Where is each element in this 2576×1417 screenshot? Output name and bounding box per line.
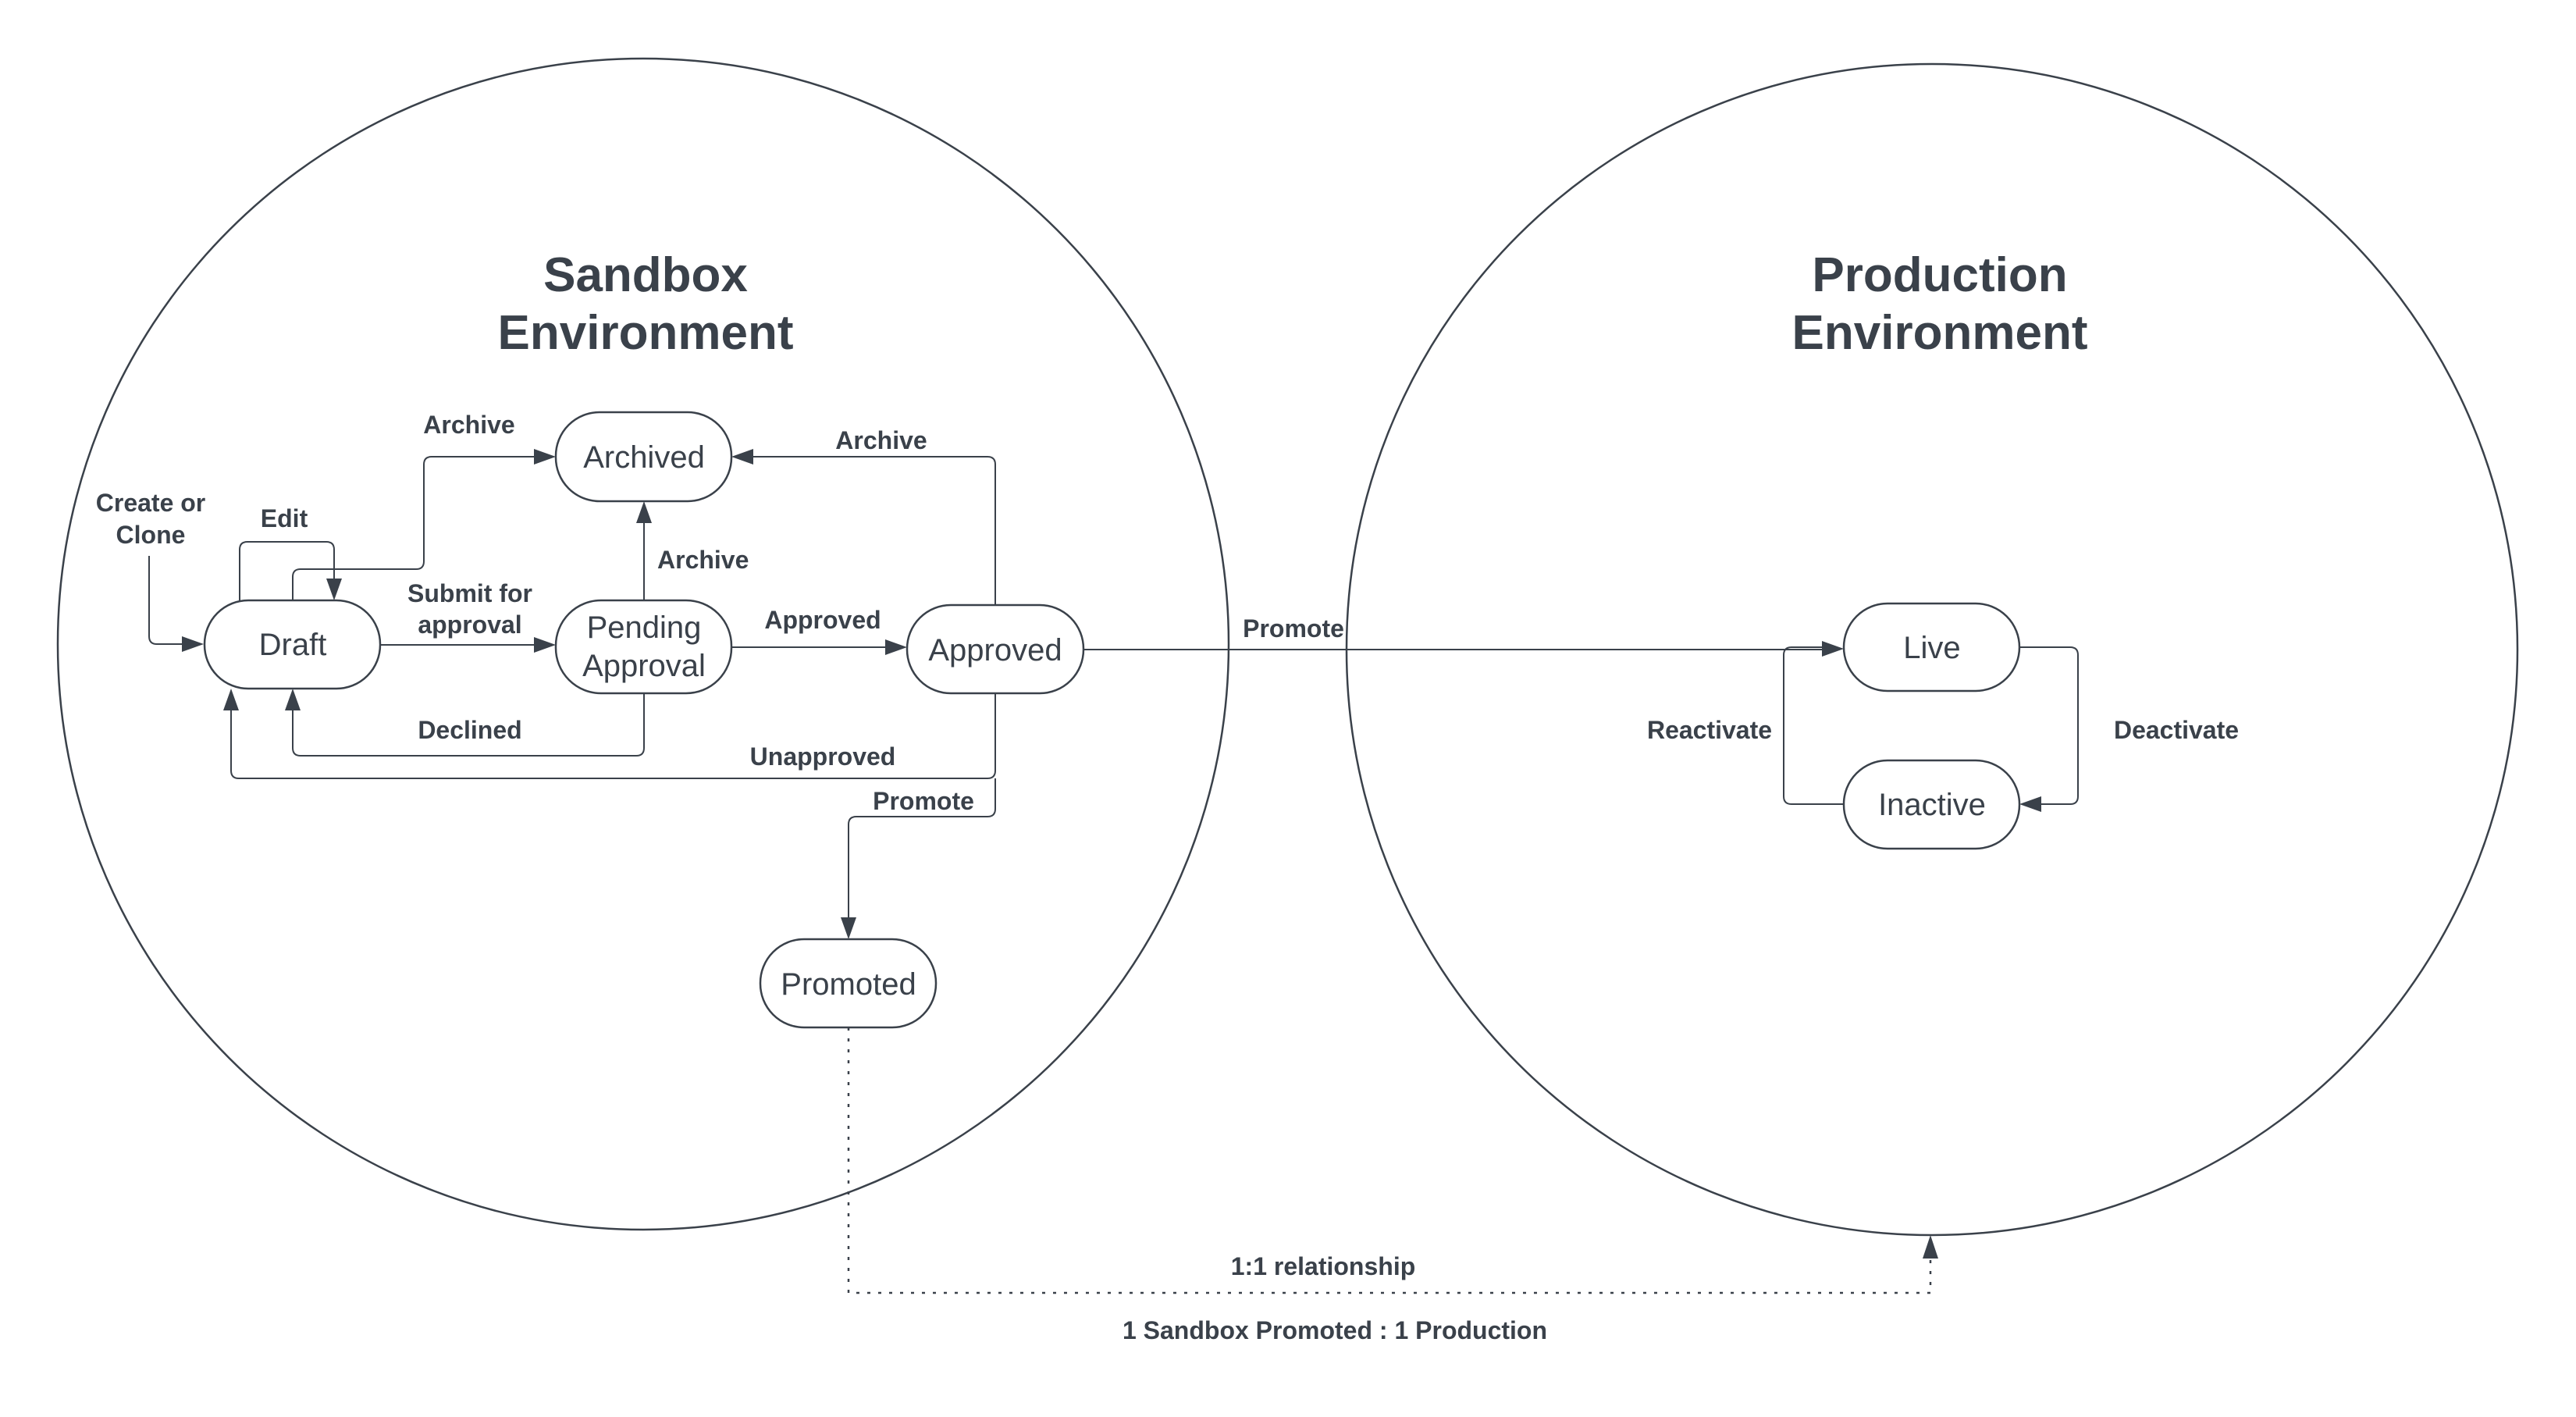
label-approved-transition: Approved [764, 606, 881, 634]
edge-pending-to-archived [636, 501, 652, 600]
label-promote-production: Promote [1243, 614, 1344, 643]
state-node-draft[interactable]: Draft [203, 599, 382, 690]
arrowhead-icon [841, 917, 856, 939]
arrowhead-icon [326, 579, 342, 600]
arrowhead-icon [636, 501, 652, 523]
production-title-line1: Production [1812, 248, 2067, 302]
arrowhead-icon [2019, 796, 2041, 812]
edge-edit-self-loop [239, 541, 342, 600]
arrowhead-icon [285, 689, 301, 710]
state-node-pending-approval[interactable]: Pending Approval [554, 599, 733, 695]
state-node-approved[interactable]: Approved [906, 603, 1085, 695]
label-declined: Declined [418, 716, 521, 744]
arrowhead-icon [1923, 1235, 1938, 1259]
arrowhead-icon [731, 449, 753, 465]
sandbox-title-line2: Environment [498, 306, 794, 360]
label-reactivate: Reactivate [1647, 716, 1772, 744]
label-submit-line2: approval [418, 611, 521, 639]
edge-live-to-inactive [2019, 646, 2079, 812]
state-node-pending-label-line1: Pending [587, 611, 702, 645]
label-promote-internal: Promote [873, 787, 974, 815]
state-node-archived-label: Archived [583, 440, 705, 475]
label-create-or-clone-line1: Create or [96, 489, 206, 517]
label-submit-line1: Submit for [407, 579, 532, 607]
state-node-promoted-label: Promoted [781, 967, 916, 1002]
arrowhead-icon [534, 637, 556, 653]
state-node-inactive[interactable]: Inactive [1842, 759, 2021, 850]
state-node-approved-label: Approved [928, 633, 1062, 668]
label-draft-archive: Archive [423, 411, 514, 439]
arrowhead-icon [534, 449, 556, 465]
edge-inactive-to-live [1783, 646, 1844, 805]
label-unapproved: Unapproved [750, 742, 896, 771]
production-title-line2: Environment [1792, 306, 2088, 360]
label-approved-archive: Archive [835, 426, 927, 454]
arrowhead-icon [885, 639, 907, 655]
edge-create-to-draft [148, 556, 204, 652]
edge-draft-to-archived [292, 449, 556, 600]
state-node-inactive-label: Inactive [1878, 788, 1986, 822]
edge-pending-to-approved [731, 639, 907, 655]
edge-approved-to-live [1083, 641, 1844, 657]
edge-approved-to-archived [731, 449, 996, 605]
state-diagram-canvas: Sandbox Environment Production Environme… [56, 57, 2519, 1344]
state-node-live-label: Live [1903, 631, 1960, 665]
label-deactivate: Deactivate [2114, 716, 2239, 744]
label-create-or-clone-line2: Clone [116, 521, 186, 549]
arrowhead-icon [182, 636, 204, 652]
state-node-pending-label-line2: Approval [582, 649, 706, 683]
state-node-promoted[interactable]: Promoted [759, 938, 938, 1029]
label-edit: Edit [261, 504, 308, 532]
state-node-archived[interactable]: Archived [554, 411, 733, 503]
label-pending-archive: Archive [657, 546, 749, 574]
arrowhead-icon [223, 689, 239, 710]
state-node-live[interactable]: Live [1842, 602, 2021, 692]
label-relationship-detail: 1 Sandbox Promoted : 1 Production [1123, 1316, 1547, 1344]
state-node-draft-label: Draft [259, 628, 327, 662]
sandbox-title-line1: Sandbox [543, 248, 748, 302]
arrowhead-icon [1822, 641, 1844, 657]
edge-draft-to-pending [380, 637, 556, 653]
label-relationship: 1:1 relationship [1231, 1252, 1416, 1280]
